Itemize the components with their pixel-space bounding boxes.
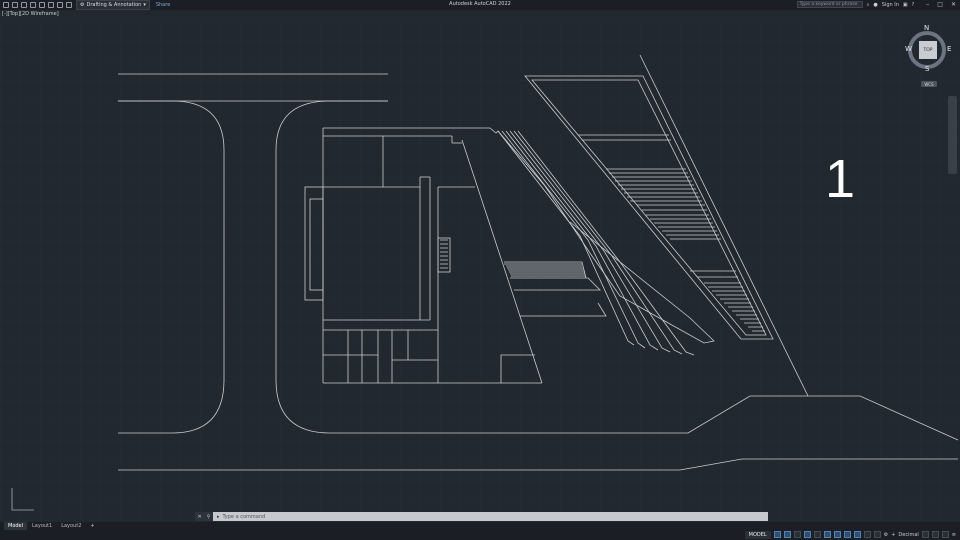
redo-icon[interactable] [66, 2, 72, 8]
object-snap-icon[interactable] [853, 531, 861, 538]
compass-north[interactable]: N [924, 24, 929, 32]
grid-toggle-icon[interactable] [773, 531, 781, 538]
command-chevron-icon: ▸ [217, 513, 220, 520]
tab-layout2[interactable]: Layout2 [57, 522, 85, 530]
drawing-linework [0, 18, 960, 522]
help-icon[interactable]: ? [912, 2, 915, 8]
viewcube-top-face[interactable]: TOP [919, 41, 937, 59]
chevron-down-icon: ▾ [143, 2, 146, 8]
hardware-acceleration-icon[interactable] [931, 531, 939, 538]
quick-properties-icon[interactable] [921, 531, 929, 538]
annotation-scale-icon[interactable] [873, 531, 881, 538]
close-icon[interactable]: ✕ [951, 1, 956, 8]
save-as-icon[interactable] [39, 2, 45, 8]
tab-layout1[interactable]: Layout1 [28, 522, 56, 530]
title-right-area: Type a keyword or phrase ⌕ ● Sign In ▣ ?… [796, 1, 956, 8]
app-menu-icon[interactable] [3, 2, 9, 8]
close-command-icon[interactable]: ✕ [198, 514, 202, 520]
viewport-controls-label[interactable]: [-][Top][2D Wireframe] [2, 11, 59, 17]
drawing-canvas[interactable]: 1 [0, 18, 960, 522]
viewcube[interactable]: TOP N S E W [905, 24, 953, 74]
ortho-icon[interactable] [813, 531, 821, 538]
command-input[interactable]: ▸ Type a command [213, 512, 768, 521]
status-bar: MODEL ⚙ + Decimal ≡ [744, 530, 956, 539]
dynamic-input-icon[interactable] [803, 531, 811, 538]
bottom-bar: Model Layout1 Layout2 + MODEL ⚙ + Decima… [0, 522, 960, 540]
command-line: ✕ ⚲ ▸ Type a command [195, 512, 768, 521]
maximize-icon[interactable]: □ [937, 1, 943, 8]
command-placeholder: Type a command [222, 513, 266, 520]
plus-icon[interactable]: + [891, 532, 895, 538]
layout-tabs: Model Layout1 Layout2 + [4, 522, 99, 530]
navigation-bar[interactable] [948, 96, 957, 174]
workspace-label: Drafting & Annotation [86, 2, 142, 8]
gear-icon: ⚙ [80, 2, 85, 8]
polar-tracking-icon[interactable] [823, 531, 831, 538]
save-icon[interactable] [30, 2, 36, 8]
search-icon[interactable]: ⌕ [867, 2, 870, 8]
customize-icon[interactable]: ⚲ [207, 514, 211, 520]
open-file-icon[interactable] [21, 2, 27, 8]
plot-icon[interactable] [48, 2, 54, 8]
undo-icon[interactable] [57, 2, 63, 8]
customization-menu-icon[interactable]: ≡ [952, 532, 956, 538]
workspace-switcher[interactable]: ⚙ Drafting & Annotation ▾ [76, 0, 150, 10]
compass-south[interactable]: S [925, 65, 929, 73]
snap-toggle-icon[interactable] [783, 531, 791, 538]
title-bar: ⚙ Drafting & Annotation ▾ Share Autodesk… [0, 0, 960, 10]
object-snap-tracking-icon[interactable] [843, 531, 851, 538]
minimize-icon[interactable]: – [926, 1, 929, 8]
sign-in-link[interactable]: Sign In [882, 2, 899, 8]
command-line-buttons: ✕ ⚲ [195, 512, 213, 521]
window-controls: – □ ✕ [926, 1, 956, 8]
add-layout-icon[interactable]: + [86, 523, 98, 529]
search-input[interactable]: Type a keyword or phrase [796, 1, 863, 8]
lineweight-icon[interactable] [863, 531, 871, 538]
quick-access-toolbar [0, 0, 72, 10]
new-file-icon[interactable] [12, 2, 18, 8]
isodraft-icon[interactable] [833, 531, 841, 538]
compass-east[interactable]: E [947, 45, 951, 53]
units-display[interactable]: Decimal [898, 532, 918, 538]
sheet-number-text: 1 [825, 149, 856, 209]
user-icon: ● [873, 1, 878, 8]
workspace-gear-icon[interactable]: ⚙ [884, 532, 888, 538]
wcs-menu[interactable]: WCS [921, 81, 937, 87]
cart-icon[interactable]: ▣ [903, 2, 908, 8]
isolate-objects-icon[interactable] [941, 531, 949, 538]
infer-constraints-icon[interactable] [793, 531, 801, 538]
share-button[interactable]: Share [156, 2, 170, 8]
model-space-toggle[interactable]: MODEL [744, 530, 771, 539]
tab-model[interactable]: Model [4, 522, 28, 530]
compass-west[interactable]: W [905, 45, 912, 53]
